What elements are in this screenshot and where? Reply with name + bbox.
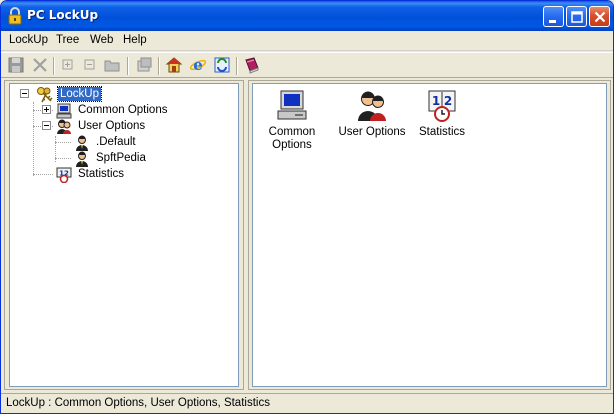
collapse-icon[interactable] [81, 56, 99, 74]
computer-icon [277, 90, 307, 120]
delete-icon[interactable] [31, 56, 49, 74]
status-bar: LockUp : Common Options, User Options, S… [1, 393, 613, 413]
tree-connector [33, 174, 53, 175]
svg-text:2: 2 [444, 94, 452, 108]
tree-item-label: Statistics [78, 168, 125, 180]
user-icon [76, 151, 88, 167]
tree-connector [33, 102, 34, 176]
toolbar-separator [127, 57, 129, 75]
minimize-icon [549, 20, 556, 23]
tree-collapse-toggle[interactable] [42, 121, 51, 130]
menu-help[interactable]: Help [123, 34, 147, 46]
close-button[interactable] [589, 6, 610, 27]
expand-icon[interactable] [59, 56, 77, 74]
users-icon [57, 119, 71, 134]
users-icon [358, 91, 386, 121]
tree-connector [55, 158, 71, 159]
home-icon[interactable] [165, 56, 183, 74]
help-book-icon[interactable] [243, 56, 261, 74]
tree-view[interactable]: LockUp Common Options User Options .Defa… [9, 83, 239, 387]
toolbar-separator [158, 57, 160, 75]
statistics-icon: 1 2 [428, 90, 456, 122]
app-window: PC LockUp LockUp Tree Web Help e LockUp … [0, 0, 614, 414]
svg-text:1: 1 [432, 94, 440, 108]
item-label: Options [272, 139, 312, 151]
menu-tree[interactable]: Tree [56, 34, 79, 46]
menu-lockup[interactable]: LockUp [9, 34, 48, 46]
tree-connector [55, 142, 71, 143]
maximize-icon [571, 11, 583, 23]
item-user-options[interactable]: User Options [334, 89, 410, 139]
toolbar: e [1, 52, 613, 78]
menu-web[interactable]: Web [90, 34, 113, 46]
window-title: PC LockUp [27, 8, 99, 22]
status-text: LockUp : Common Options, User Options, S… [6, 397, 270, 409]
toolbar-separator [236, 57, 238, 75]
title-bar[interactable]: PC LockUp [1, 1, 613, 31]
tree-item-label: .Default [96, 136, 136, 148]
item-label: User Options [338, 126, 406, 138]
minimize-button[interactable] [543, 6, 564, 27]
tree-pane-frame: LockUp Common Options User Options .Defa… [4, 80, 244, 390]
toolbar-separator [53, 57, 55, 75]
lock-icon [8, 7, 22, 25]
maximize-button[interactable] [566, 6, 587, 27]
close-icon [594, 11, 606, 23]
tree-root-label: LockUp [57, 86, 102, 102]
user-icon [76, 135, 88, 151]
item-label: Common [268, 126, 316, 138]
tree-collapse-toggle[interactable] [20, 89, 29, 98]
tree-expand-toggle[interactable] [42, 105, 51, 114]
refresh-icon[interactable] [213, 56, 231, 74]
save-icon[interactable] [7, 56, 25, 74]
tree-item-label: User Options [78, 120, 146, 132]
properties-icon[interactable] [135, 56, 153, 74]
keys-icon [37, 87, 53, 103]
tree-item-label: Common Options [78, 104, 168, 116]
folder-icon[interactable] [103, 56, 121, 74]
item-label: Statistics [418, 126, 465, 138]
internet-explorer-icon[interactable]: e [189, 56, 207, 74]
icon-view[interactable]: Common Options User Options 1 2 Statisti… [252, 83, 607, 387]
content-pane-frame: Common Options User Options 1 2 Statisti… [248, 80, 611, 390]
statistics-icon: 12 [56, 167, 72, 183]
svg-text:e: e [193, 56, 203, 74]
tree-item-label: SpftPedia [96, 152, 146, 164]
item-statistics[interactable]: 1 2 Statistics [407, 89, 477, 139]
computer-icon [56, 103, 72, 119]
menu-bar: LockUp Tree Web Help [1, 31, 613, 51]
item-common-options[interactable]: Common Options [257, 89, 327, 152]
